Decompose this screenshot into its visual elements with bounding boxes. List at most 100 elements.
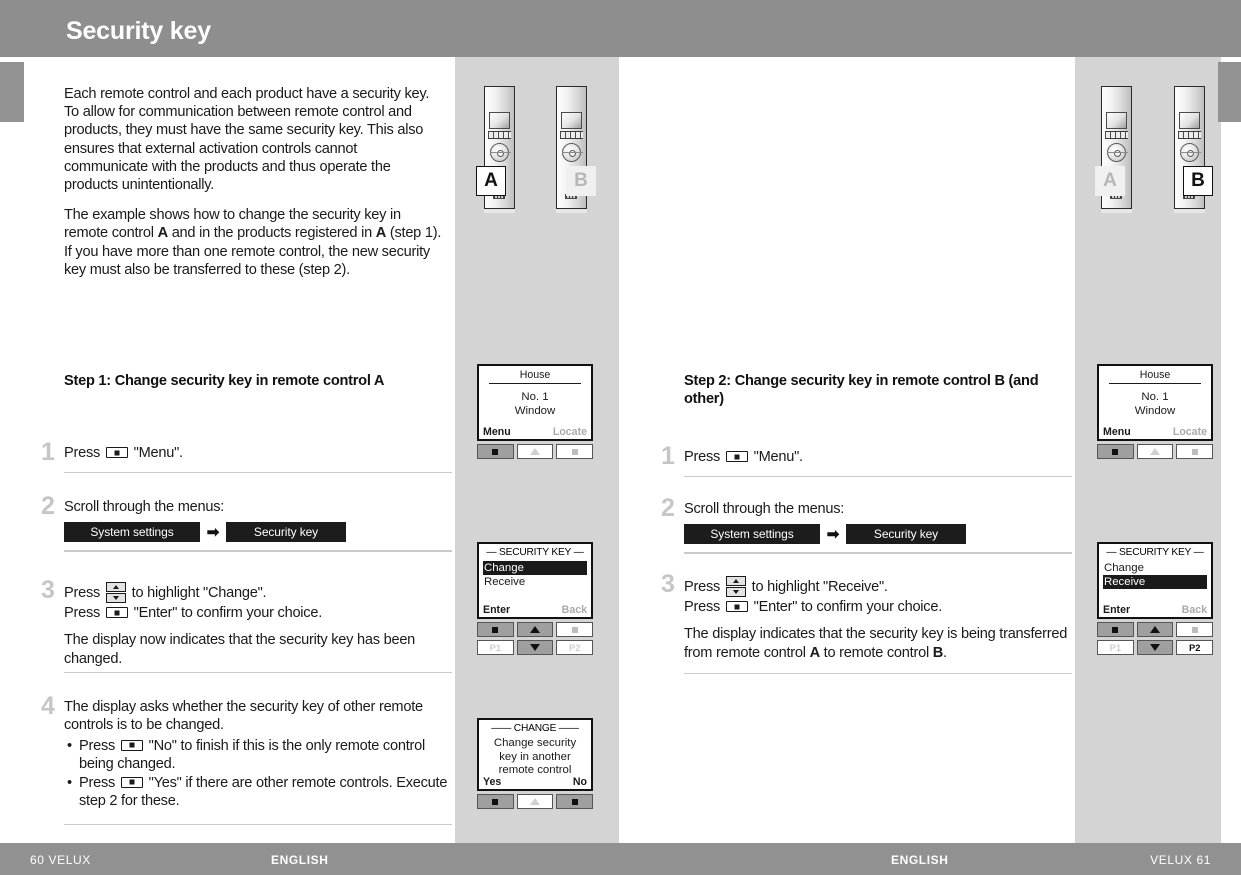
footer-page-right: VELUX 61	[1150, 853, 1211, 867]
footer-language-left: ENGLISH	[271, 853, 329, 867]
lcd-security-right-buttons-row1	[1097, 622, 1214, 637]
right-menu-chip-security-key: Security key	[846, 524, 966, 545]
intro-paragraph-1: Each remote control and each product hav…	[64, 86, 430, 194]
right-step-3-number: 3	[661, 570, 675, 598]
remote-dial	[1180, 143, 1201, 162]
right-arrow-icon: ➡	[826, 526, 840, 544]
left-step-3-number: 3	[41, 576, 55, 604]
lcd-house-left-title: House	[519, 369, 551, 381]
remote-dial	[490, 143, 511, 162]
remote-keypad	[1105, 131, 1128, 139]
page-title: Security key	[66, 17, 211, 45]
hw-button-select[interactable]	[477, 444, 514, 459]
lcd-security-left-item-receive[interactable]: Receive	[483, 575, 587, 589]
hw-button-up[interactable]	[516, 444, 554, 459]
intro-p2-bold-a: A	[157, 225, 169, 242]
hw-button-up[interactable]	[516, 794, 554, 809]
left-step-1-text: Press "Menu".	[64, 444, 452, 462]
left-step-4-bullet-1: Press "No" to finish if this is the only…	[67, 737, 452, 774]
lcd-house-left-screen: House No. 1 Window Menu Locate	[477, 364, 593, 441]
left-step-1: 1 Press "Menu".	[41, 440, 452, 465]
right-step-3-note: The display indicates that the security …	[684, 625, 1072, 662]
remote-tag-b-left: B	[566, 166, 596, 196]
lcd-security-right-item-receive[interactable]: Receive	[1103, 575, 1207, 589]
lcd-house-right-softkeys: Menu Locate	[1103, 426, 1207, 438]
right-menu-chip-system-settings: System settings	[684, 524, 820, 545]
right-step-3-line-1-b: to highlight "Receive".	[747, 579, 888, 595]
hw-button-no[interactable]	[556, 794, 594, 809]
right-step-2-text: Scroll through the menus:	[684, 501, 845, 517]
lcd-change-left-softkeys: Yes No	[483, 776, 587, 788]
right-step-1-number: 1	[661, 442, 675, 470]
lcd-change-left-line-2: key in another	[499, 750, 571, 763]
lcd-security-right-item-change[interactable]: Change	[1103, 561, 1207, 575]
left-step-3-line-1-a: Press	[64, 585, 104, 601]
lcd-house-right-body: No. 1 Window	[1103, 391, 1207, 418]
page-seam	[619, 57, 621, 843]
hw-button-p1[interactable]: P1	[477, 640, 514, 655]
lcd-security-right-list: Change Receive	[1103, 561, 1207, 589]
left-step-4: 4 The display asks whether the security …	[41, 694, 452, 811]
lcd-change-left-buttons	[477, 794, 594, 809]
right-step-2-number: 2	[661, 494, 675, 522]
lcd-security-right: — SECURITY KEY — Change Receive Enter Ba…	[1097, 542, 1214, 655]
remote-screen	[489, 112, 510, 129]
lcd-security-right-softkeys: Enter Back	[1103, 604, 1207, 616]
lcd-house-left-line-1: No. 1	[521, 391, 549, 404]
intro-paragraph-2: The example shows how to change the secu…	[64, 206, 444, 279]
left-step-4-bullets: Press "No" to finish if this is the only…	[64, 737, 452, 811]
hw-button-p2[interactable]: P2	[1176, 640, 1214, 655]
yes-key-icon	[120, 776, 143, 788]
hw-button-right[interactable]	[1176, 622, 1214, 637]
hw-button-select[interactable]	[1097, 444, 1134, 459]
hw-button-down[interactable]	[516, 640, 554, 655]
hw-button-down[interactable]	[1136, 640, 1174, 655]
remote-base	[484, 208, 515, 213]
left-menu-path: System settings ➡ Security key	[64, 522, 452, 543]
left-rule-1	[64, 472, 452, 473]
hw-button-up[interactable]	[1136, 444, 1174, 459]
lcd-title-divider	[489, 383, 581, 385]
remote-dial	[1107, 143, 1128, 162]
hw-button-p2[interactable]: P2	[556, 640, 594, 655]
page-footer: 60 VELUX ENGLISH ENGLISH VELUX 61	[0, 843, 1241, 875]
right-step-3-note-bold-b: B	[932, 644, 944, 661]
enter-key-icon	[725, 601, 748, 612]
left-step-4-number: 4	[41, 692, 55, 720]
hw-button-right[interactable]	[1176, 444, 1214, 459]
remote-base	[556, 208, 587, 213]
lcd-change-left-body: Change security key in another remote co…	[483, 737, 587, 778]
lcd-security-left-item-change[interactable]: Change	[483, 561, 587, 575]
left-step-3-note: The display now indicates that the secur…	[64, 632, 416, 667]
lcd-security-left-list: Change Receive	[483, 561, 587, 589]
menu-key-icon	[725, 451, 748, 462]
left-step-1-text-b: "Menu".	[129, 445, 183, 461]
hw-button-select[interactable]	[1097, 622, 1134, 637]
enter-key-icon	[105, 607, 128, 618]
hw-button-right[interactable]	[556, 622, 594, 637]
remote-base	[1174, 208, 1205, 213]
remote-dial	[562, 143, 583, 162]
right-step-3: 3 Press to highlight "Receive". Press "E…	[661, 572, 1072, 662]
hw-button-p2-label: P2	[568, 642, 581, 653]
right-step-heading: Step 2: Change security key in remote co…	[684, 373, 1039, 407]
hw-button-up[interactable]	[516, 622, 554, 637]
remote-tag-a-left: A	[476, 166, 506, 196]
lcd-title-divider	[1109, 383, 1201, 385]
hw-button-p1-label: P1	[489, 642, 502, 653]
hw-button-yes[interactable]	[477, 794, 514, 809]
hw-button-up[interactable]	[1136, 622, 1174, 637]
hw-button-p1[interactable]: P1	[1097, 640, 1134, 655]
lcd-change-left-line-1: Change security	[493, 737, 577, 749]
lcd-security-right-buttons-row2: P1 P2	[1097, 640, 1214, 655]
footer-page-left: 60 VELUX	[30, 853, 91, 867]
right-step-3-note-c: to remote control	[819, 644, 933, 661]
hw-button-right[interactable]	[556, 444, 594, 459]
hw-button-select[interactable]	[477, 622, 514, 637]
hw-button-p1-label: P1	[1109, 642, 1122, 653]
lcd-house-left-buttons	[477, 444, 594, 459]
left-rule-2	[64, 550, 452, 552]
lcd-change-left-title: —— CHANGE ——	[491, 723, 579, 734]
right-step-3-note-bold-a: A	[809, 644, 821, 661]
left-rule-4	[64, 824, 452, 825]
